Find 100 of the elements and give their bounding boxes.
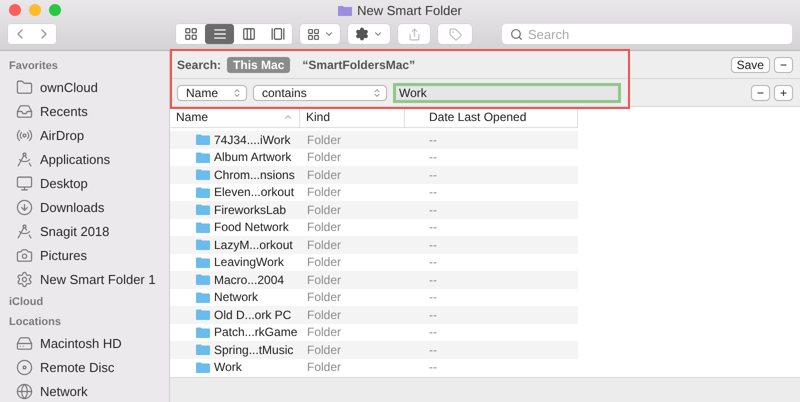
gear-icon — [16, 270, 33, 288]
table-cell-text: -- — [428, 290, 438, 304]
sidebar-item[interactable]: AirDrop — [0, 123, 169, 147]
table-cell-text: Folder — [306, 342, 342, 357]
folder-icon — [196, 186, 210, 198]
table-cell: Chrom...nsions — [170, 168, 300, 182]
operator-popup[interactable]: contains — [253, 84, 387, 100]
action-button[interactable] — [348, 24, 390, 44]
table-cell-text: Folder — [306, 168, 342, 182]
table-cell: Spring...tMusic — [170, 342, 300, 357]
table-cell-text: -- — [428, 342, 438, 357]
table-cell-text: Folder — [306, 132, 342, 147]
search-icon — [510, 28, 523, 41]
table-cell-text: -- — [428, 360, 438, 374]
folder-icon — [338, 5, 352, 16]
table-cell-text: -- — [428, 168, 438, 182]
sidebar-item[interactable]: Pictures — [0, 243, 169, 267]
table-cell-text: -- — [428, 255, 438, 270]
folder-icon — [196, 362, 210, 373]
folder-icon — [196, 204, 210, 216]
folder-icon — [196, 152, 210, 163]
sidebar-heading: iCloud — [8, 295, 44, 310]
table-cell-text: -- — [428, 238, 438, 252]
add-button[interactable]: + — [774, 84, 793, 100]
table-cell: Patch...rkGame — [170, 325, 300, 340]
table-cell-text: Folder — [306, 238, 342, 252]
folder-icon — [196, 309, 210, 320]
drafting-compass-icon — [16, 222, 33, 240]
drafting-compass-icon — [16, 150, 33, 168]
folder-icon — [196, 239, 210, 250]
folder-icon — [196, 326, 210, 338]
up-down-arrows-icon — [372, 88, 382, 98]
up-down-arrows-icon — [232, 88, 242, 98]
table-cell-text: -- — [428, 325, 438, 340]
share-button[interactable] — [398, 24, 430, 44]
table-cell-text: -- — [428, 272, 438, 287]
table-cell: Eleven...orkout — [170, 185, 300, 200]
table-cell: LazyM...orkout — [170, 238, 300, 252]
sidebar-item[interactable]: Recents — [0, 99, 169, 123]
sidebar-item[interactable]: Downloads — [0, 195, 169, 219]
sidebar-item[interactable]: Desktop — [0, 171, 169, 195]
table-cell-text: -- — [428, 202, 438, 217]
sidebar-item[interactable]: Network — [0, 379, 169, 402]
folder-icon — [196, 134, 210, 146]
monitor-icon — [16, 174, 33, 192]
sidebar-item[interactable]: Applications — [0, 147, 169, 171]
search-field[interactable]: Search — [502, 24, 792, 44]
table-cell: Food Network — [170, 220, 300, 234]
table-cell-text: Folder — [306, 325, 342, 340]
gallery-icon — [270, 27, 284, 41]
folder-icon — [196, 256, 210, 268]
table-cell-text: Folder — [306, 220, 342, 234]
column-header[interactable]: Date Last Opened — [405, 107, 578, 127]
share-icon — [408, 28, 420, 40]
remove-button[interactable]: − — [774, 56, 793, 72]
sidebar-item[interactable]: Snagit 2018 — [0, 219, 169, 243]
attribute-popup[interactable]: Name — [177, 84, 247, 100]
column-header[interactable]: Kind — [300, 107, 405, 127]
table-cell-text: Folder — [306, 360, 342, 374]
table-cell-text: -- — [428, 308, 438, 322]
sidebar-item[interactable]: ownCloud — [0, 75, 169, 99]
table-cell-text: Folder — [306, 290, 342, 304]
tray-icon — [16, 102, 33, 120]
table-cell: Network — [170, 290, 300, 304]
table-cell-text: Folder — [306, 255, 342, 270]
icon-grid-icon — [184, 27, 198, 41]
table-cell-text: Folder — [306, 272, 342, 287]
table-cell-text: Folder — [306, 150, 342, 164]
table-cell-text: Folder — [306, 202, 342, 217]
window-title: New Smart Folder — [357, 3, 462, 18]
folder-icon — [196, 274, 210, 286]
table-cell-text: -- — [428, 185, 438, 200]
remove-button[interactable]: − — [750, 84, 770, 100]
search-scope-label: Search: — [177, 58, 222, 72]
sidebar-item[interactable]: Remote Disc — [0, 355, 169, 379]
sidebar-heading: Favorites — [8, 59, 59, 74]
list-view-button[interactable] — [205, 24, 234, 44]
table-cell-text: -- — [428, 150, 438, 164]
table-cell: Album Artwork — [170, 150, 300, 164]
tag-button[interactable] — [438, 24, 472, 44]
disc-icon — [16, 358, 33, 376]
zoom-button[interactable] — [49, 4, 61, 16]
sidebar-item[interactable]: Macintosh HD — [0, 331, 169, 355]
download-icon — [16, 198, 33, 216]
gear-icon — [355, 27, 369, 41]
sidebar-heading: Locations — [8, 315, 62, 330]
list-icon — [212, 27, 226, 41]
close-button[interactable] — [9, 4, 21, 16]
icon-grid-icon — [306, 28, 320, 40]
scope-button[interactable]: “SmartFoldersMac” — [296, 56, 422, 72]
sidebar-item[interactable]: New Smart Folder 1 — [0, 267, 169, 291]
table-cell: Old D...ork PC — [170, 308, 300, 322]
table-cell: FireworksLab — [170, 202, 300, 217]
column-header[interactable]: Name — [170, 107, 300, 127]
table-cell: Work — [170, 360, 300, 374]
table-cell-text: -- — [428, 132, 438, 147]
save-button[interactable]: Save — [730, 56, 770, 72]
group-button[interactable] — [300, 24, 340, 44]
value-field[interactable]: Work — [393, 82, 621, 102]
folder-icon — [16, 78, 33, 96]
